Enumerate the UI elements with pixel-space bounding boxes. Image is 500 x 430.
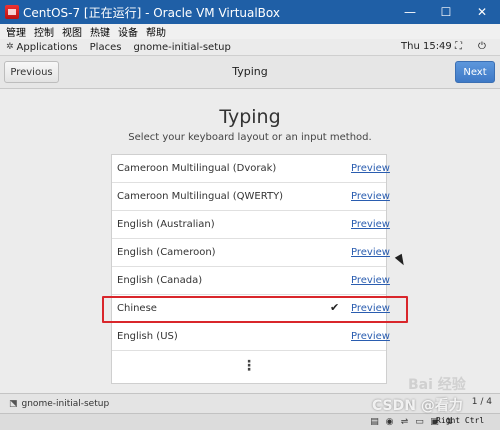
menu-manage[interactable]: 管理 <box>6 24 26 39</box>
applications-menu[interactable]: Applications <box>17 42 78 53</box>
shared-folder-icon[interactable]: ▭ <box>413 416 426 428</box>
menu-help[interactable]: 帮助 <box>146 24 166 39</box>
taskbar-item[interactable]: ⬔ gnome-initial-setup <box>5 396 113 411</box>
active-app-menu[interactable]: gnome-initial-setup <box>133 42 230 53</box>
layout-row[interactable]: English (Cameroon) Preview <box>112 239 390 267</box>
minimize-button[interactable]: — <box>392 0 428 24</box>
layout-row[interactable]: English (US) Preview <box>112 323 390 351</box>
csdn-watermark: CSDN @看力 <box>372 398 463 414</box>
page-subtitle: Select your keyboard layout or an input … <box>128 132 372 143</box>
menu-control[interactable]: 控制 <box>34 24 54 39</box>
close-button[interactable]: ✕ <box>464 0 500 24</box>
layout-list: Cameroon Multilingual (Dvorak) Preview C… <box>111 154 390 384</box>
baidu-watermark: Bai 经验 <box>408 377 466 393</box>
preview-link[interactable]: Preview <box>351 163 390 174</box>
workspace-indicator[interactable]: 1 / 4 <box>472 397 492 407</box>
setup-app-icon: ⬔ <box>9 398 18 409</box>
menu-hotkey[interactable]: 热键 <box>90 24 110 39</box>
menu-devices[interactable]: 设备 <box>118 24 138 39</box>
host-key-label: Right Ctrl <box>436 416 485 425</box>
gnome-top-panel: ✲ Applications Places gnome-initial-setu… <box>0 39 500 56</box>
page-title: Typing <box>219 106 281 128</box>
layout-name: English (US) <box>117 331 178 342</box>
more-options-icon[interactable]: ⋮ <box>112 351 386 381</box>
layout-row[interactable]: Cameroon Multilingual (QWERTY) Preview <box>112 183 390 211</box>
power-icon[interactable]: ⏻ <box>478 41 486 52</box>
virtualbox-app-icon <box>5 5 19 19</box>
preview-link[interactable]: Preview <box>351 247 390 258</box>
applications-icon: ✲ <box>6 42 14 52</box>
layout-name: English (Canada) <box>117 275 203 286</box>
clock[interactable]: Thu 15:49 <box>401 41 452 52</box>
setup-content: Typing Select your keyboard layout or an… <box>0 89 500 393</box>
selection-highlight-box <box>102 296 408 323</box>
preview-link[interactable]: Preview <box>351 219 390 230</box>
vbox-menu-bar: 管理 控制 视图 热键 设备 帮助 <box>0 24 500 39</box>
layout-name: English (Cameroon) <box>117 247 216 258</box>
layout-row[interactable]: English (Canada) Preview <box>112 267 390 295</box>
window-controls: — ☐ ✕ <box>392 0 500 24</box>
layout-row[interactable]: Cameroon Multilingual (Dvorak) Preview <box>112 155 390 183</box>
taskbar-item-label: gnome-initial-setup <box>21 398 110 409</box>
hdd-icon[interactable]: ▤ <box>368 416 381 428</box>
setup-header: Previous Typing Next <box>0 56 500 89</box>
menu-view[interactable]: 视图 <box>62 24 82 39</box>
next-button[interactable]: Next <box>455 61 495 83</box>
usb-icon[interactable]: ⇌ <box>398 416 411 428</box>
vbox-status-bar: ▤ ◉ ⇌ ▭ ▣ ⇅ Right Ctrl <box>0 413 500 430</box>
network-icon[interactable]: ⛶ <box>455 41 462 52</box>
preview-link[interactable]: Preview <box>351 275 390 286</box>
header-title: Typing <box>232 65 268 78</box>
maximize-button[interactable]: ☐ <box>428 0 464 24</box>
window-title: CentOS-7 [正在运行] - Oracle VM VirtualBox <box>23 5 280 20</box>
layout-name: English (Australian) <box>117 219 215 230</box>
layout-name: Cameroon Multilingual (Dvorak) <box>117 163 277 174</box>
preview-link[interactable]: Preview <box>351 191 390 202</box>
preview-link[interactable]: Preview <box>351 331 390 342</box>
vbox-title-bar: CentOS-7 [正在运行] - Oracle VM VirtualBox —… <box>0 0 500 24</box>
layout-name: Cameroon Multilingual (QWERTY) <box>117 191 284 202</box>
layout-row[interactable]: English (Australian) Preview <box>112 211 390 239</box>
optical-drive-icon[interactable]: ◉ <box>383 416 396 428</box>
places-menu[interactable]: Places <box>90 42 122 53</box>
